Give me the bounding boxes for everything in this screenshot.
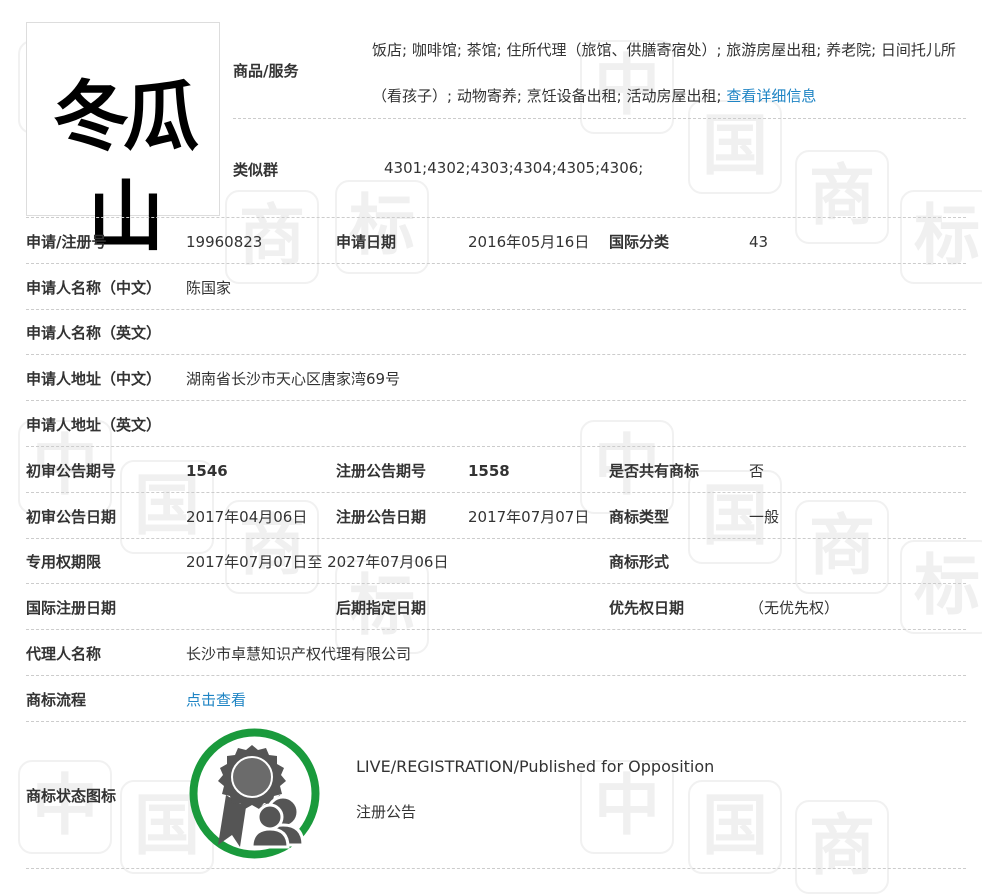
divider (26, 583, 966, 584)
registration-number-label: 申请/注册号 (26, 233, 107, 251)
exclusive-period-value: 2017年07月07日至 2027年07月06日 (186, 553, 449, 571)
similar-group-label: 类似群 (233, 161, 279, 179)
applicant-address-cn-label: 申请人地址（中文） (26, 370, 162, 388)
divider (26, 675, 966, 676)
international-registration-date-label: 国际注册日期 (26, 599, 117, 617)
divider (26, 868, 966, 869)
exclusive-period-label: 专用权期限 (26, 553, 102, 571)
divider (26, 721, 966, 722)
info-row-exclusive-period: 专用权期限 2017年07月07日至 2027年07月06日 商标形式 (26, 551, 966, 597)
agent-name-label: 代理人名称 (26, 645, 102, 663)
application-date-label: 申请日期 (336, 233, 397, 251)
trademark-type-value: 一般 (749, 508, 780, 526)
preliminary-issue-value: 1546 (186, 462, 228, 480)
info-row-applicant-address-cn: 申请人地址（中文） 湖南省长沙市天心区唐家湾69号 (26, 368, 966, 414)
similar-group-value: 4301;4302;4303;4304;4305;4306; (384, 159, 644, 177)
priority-date-label: 优先权日期 (609, 599, 685, 617)
trademark-type-label: 商标类型 (609, 508, 670, 526)
priority-date-value: （无优先权） (749, 599, 840, 617)
status-chinese-text: 注册公告 (356, 803, 417, 821)
info-row-applicant-address-en: 申请人地址（英文） (26, 414, 966, 460)
shared-trademark-value: 否 (749, 462, 765, 480)
agent-name-value: 长沙市卓慧知识产权代理有限公司 (186, 645, 412, 663)
divider (26, 446, 966, 447)
trademark-image: 冬瓜山 (26, 22, 220, 261)
info-row-agent: 代理人名称 长沙市卓慧知识产权代理有限公司 (26, 643, 966, 689)
status-english-text: LIVE/REGISTRATION/Published for Oppositi… (356, 757, 715, 776)
divider (26, 400, 966, 401)
info-row-registration: 申请/注册号 19960823 申请日期 2016年05月16日 国际分类 43 (26, 231, 966, 277)
divider (26, 354, 966, 355)
registration-issue-label: 注册公告期号 (336, 462, 427, 480)
status-icon-label: 商标状态图标 (26, 787, 117, 805)
applicant-address-en-label: 申请人地址（英文） (26, 416, 162, 434)
goods-services-label: 商品/服务 (233, 62, 299, 80)
subsequent-designation-date-label: 后期指定日期 (336, 599, 427, 617)
view-details-link[interactable]: 查看详细信息 (726, 87, 816, 105)
divider (26, 263, 966, 264)
info-row-process: 商标流程 点击查看 (26, 689, 966, 735)
applicant-name-cn-label: 申请人名称（中文） (26, 279, 162, 297)
applicant-name-en-label: 申请人名称（英文） (26, 324, 162, 342)
info-row-applicant-name-en: 申请人名称（英文） (26, 322, 966, 368)
international-class-value: 43 (749, 233, 769, 251)
watermark-tile: 国 (688, 780, 782, 874)
preliminary-date-value: 2017年04月06日 (186, 508, 308, 526)
watermark-tile: 中 (18, 760, 112, 854)
registration-date-value: 2017年07月07日 (468, 508, 590, 526)
divider (26, 629, 966, 630)
award-ribbon-people-icon (188, 727, 321, 860)
international-class-label: 国际分类 (609, 233, 670, 251)
applicant-address-cn-value: 湖南省长沙市天心区唐家湾69号 (186, 370, 401, 388)
view-process-link[interactable]: 点击查看 (186, 689, 246, 711)
info-row-announcement-issues: 初审公告期号 1546 注册公告期号 1558 是否共有商标 否 (26, 460, 966, 506)
watermark-tile: 商 (795, 150, 889, 244)
divider (26, 217, 966, 218)
goods-services-list: 饭店; 咖啡馆; 茶馆; 住所代理（旅馆、供膳寄宿处）; 旅游房屋出租; 养老院… (372, 41, 956, 105)
registration-issue-value: 1558 (468, 462, 510, 480)
divider (26, 309, 966, 310)
info-row-international-dates: 国际注册日期 后期指定日期 优先权日期 （无优先权） (26, 597, 966, 643)
divider (26, 538, 966, 539)
preliminary-date-label: 初审公告日期 (26, 508, 117, 526)
shared-trademark-label: 是否共有商标 (609, 462, 700, 480)
info-row-applicant-name-cn: 申请人名称（中文） 陈国家 (26, 277, 966, 323)
divider (26, 492, 966, 493)
info-row-announcement-dates: 初审公告日期 2017年04月06日 注册公告日期 2017年07月07日 商标… (26, 506, 966, 552)
applicant-name-cn-value: 陈国家 (186, 279, 232, 297)
goods-services-text: 饭店; 咖啡馆; 茶馆; 住所代理（旅馆、供膳寄宿处）; 旅游房屋出租; 养老院… (372, 27, 968, 119)
trademark-process-label: 商标流程 (26, 691, 87, 709)
application-date-value: 2016年05月16日 (468, 233, 590, 251)
watermark-tile: 商 (795, 800, 889, 894)
preliminary-issue-label: 初审公告期号 (26, 462, 117, 480)
registration-date-label: 注册公告日期 (336, 508, 427, 526)
divider (233, 118, 966, 119)
trademark-form-label: 商标形式 (609, 553, 670, 571)
registration-number-value: 19960823 (186, 233, 263, 251)
